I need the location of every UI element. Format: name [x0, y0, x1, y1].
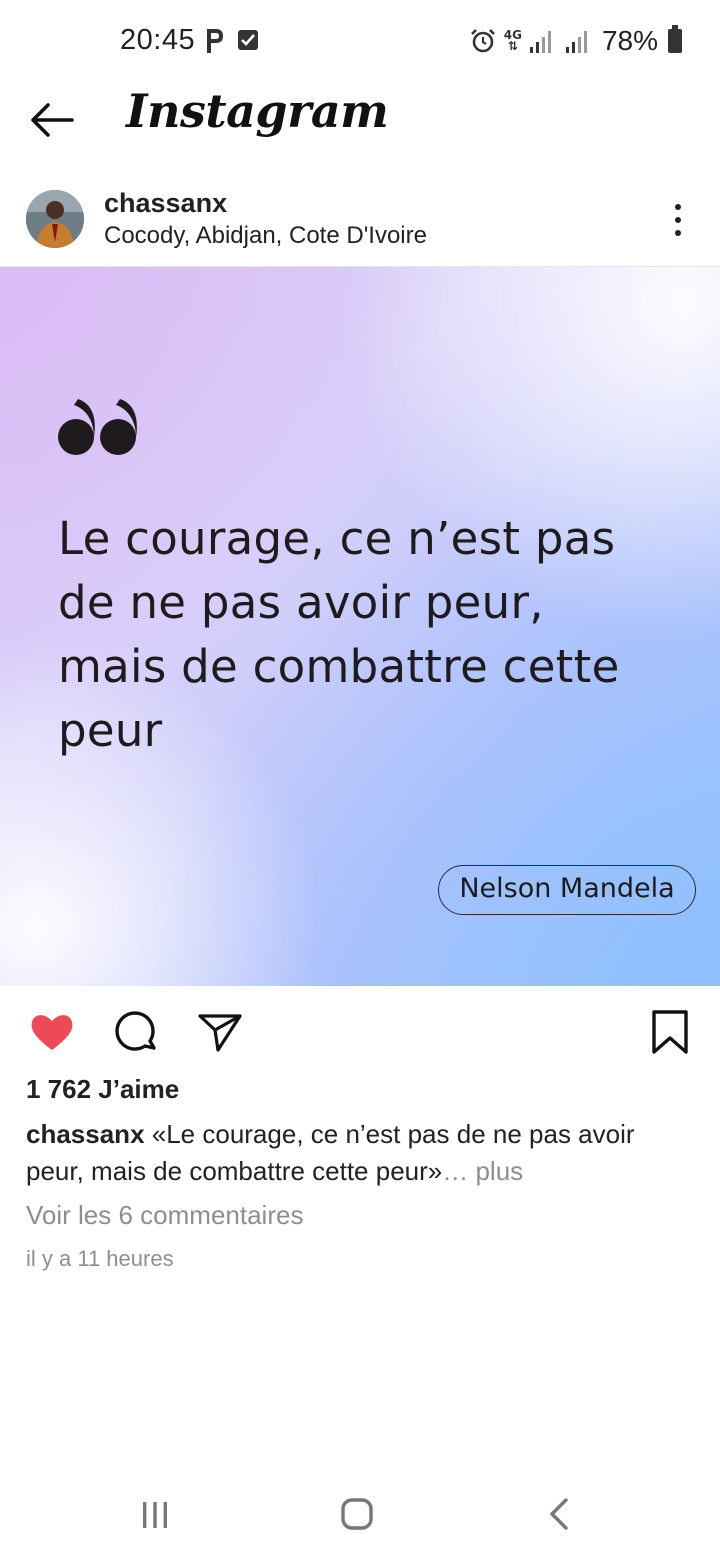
share-icon[interactable] — [196, 1008, 244, 1056]
home-icon[interactable] — [332, 1494, 382, 1534]
comment-icon[interactable] — [112, 1008, 160, 1056]
parking-notification-icon — [207, 29, 223, 53]
network-4g-icon: 4G ⇅ — [504, 29, 522, 53]
system-nav-bar — [0, 1480, 720, 1560]
recent-apps-icon[interactable] — [130, 1494, 180, 1534]
more-options-icon[interactable] — [666, 200, 690, 240]
status-time: 20:45 — [120, 24, 196, 56]
post-timestamp: il y a 11 heures — [26, 1246, 174, 1271]
signal-strength-icon — [529, 31, 551, 53]
quote-author: Nelson Mandela — [438, 865, 696, 915]
quote-line: peur — [58, 704, 163, 757]
instagram-logo: Instagram — [126, 84, 389, 138]
view-comments-link[interactable]: Voir les 6 commentaires — [26, 1200, 303, 1231]
bookmark-icon[interactable] — [646, 1008, 694, 1056]
heart-icon[interactable] — [28, 1008, 76, 1056]
dot — [675, 230, 681, 236]
checkbox-notification-icon — [238, 30, 258, 50]
alarm-icon — [470, 29, 495, 53]
caption-more-link[interactable]: … plus — [442, 1156, 523, 1186]
status-bar: 20:45 4G ⇅ 78% — [0, 0, 720, 84]
arrow-left-icon[interactable] — [28, 100, 78, 140]
post-image[interactable]: Le courage, ce n’est pas de ne pas avoir… — [0, 266, 720, 986]
signal-strength-icon-2 — [565, 31, 587, 53]
quote-line: mais de combattre cette — [58, 640, 620, 693]
post-actions — [0, 1002, 720, 1062]
post-header: chassanx Cocody, Abidjan, Cote D'Ivoire — [0, 180, 720, 264]
caption-username[interactable]: chassanx — [26, 1119, 145, 1149]
avatar-image — [26, 190, 84, 248]
avatar[interactable] — [26, 190, 84, 248]
post-location[interactable]: Cocody, Abidjan, Cote D'Ivoire — [104, 222, 427, 250]
quote-line: Le courage, ce n’est pas — [58, 512, 616, 565]
like-count[interactable]: 1 762 J’aime — [26, 1074, 179, 1105]
post-username[interactable]: chassanx — [104, 188, 227, 219]
dot — [675, 217, 681, 223]
battery-percentage: 78% — [601, 25, 658, 56]
quote-line: de ne pas avoir peur, — [58, 576, 544, 629]
battery-icon — [668, 25, 682, 53]
data-arrows: ⇅ — [507, 39, 518, 53]
quote-text: Le courage, ce n’est pas de ne pas avoir… — [58, 507, 658, 763]
quote-mark-icon — [58, 399, 137, 455]
back-nav-icon[interactable] — [534, 1494, 584, 1534]
dot — [675, 204, 681, 210]
post-caption: chassanx «Le courage, ce n’est pas de ne… — [26, 1116, 686, 1190]
app-header: Instagram — [0, 84, 720, 174]
status-indicators: 4G ⇅ 78% — [470, 24, 682, 58]
